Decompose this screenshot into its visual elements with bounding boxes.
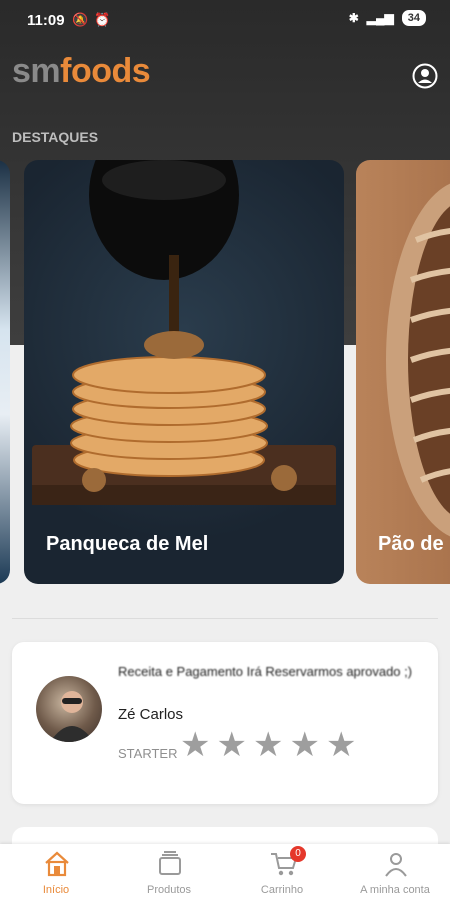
bottom-navigation: Início Produtos 0 Carrinho A minha conta xyxy=(0,844,450,900)
review-text: Receita e Pagamento Irá Reservarmos apro… xyxy=(118,664,413,679)
reviewer-name: Zé Carlos xyxy=(118,706,184,723)
status-time: 11:09 xyxy=(27,12,65,29)
person-icon xyxy=(50,691,94,742)
battery-icon: 34 xyxy=(401,10,426,26)
nav-label-home: Início xyxy=(42,884,70,896)
signal-icon: ▂▄▆ xyxy=(366,11,394,25)
nav-item-account[interactable]: A minha conta xyxy=(339,844,450,900)
star-icon: ★ xyxy=(216,726,247,764)
star-icon: ★ xyxy=(289,726,320,764)
star-icon: ★ xyxy=(325,726,357,764)
nav-label-account: A minha conta xyxy=(360,884,430,896)
section-title-featured: DESTAQUES xyxy=(12,129,99,145)
featured-card[interactable]: Panqueca de Mel xyxy=(24,160,344,584)
status-right-icons: ✱ ▂▄▆ 34 xyxy=(349,10,426,26)
cart-badge: 0 xyxy=(290,846,306,862)
nav-item-cart[interactable]: 0 Carrinho xyxy=(226,844,338,900)
featured-carousel[interactable]: Panqueca de Mel Pão de xyxy=(0,160,450,584)
pancake-image xyxy=(32,160,336,505)
featured-card-previous[interactable] xyxy=(0,160,10,584)
reviewer-level: STARTER xyxy=(118,746,178,761)
star-icon: ★ xyxy=(252,726,284,764)
status-bar: 11:09 🔕⏰ ✱ ▂▄▆ 34 xyxy=(0,0,450,40)
featured-card-next[interactable]: Pão de xyxy=(356,160,450,584)
account-circle-icon[interactable] xyxy=(412,63,438,89)
nav-item-products[interactable]: Produtos xyxy=(113,844,225,900)
products-icon xyxy=(159,851,181,875)
nav-label-products: Produtos xyxy=(146,884,192,896)
bread-image xyxy=(386,183,450,537)
logo-foods: foods xyxy=(60,52,151,90)
app-logo: smfoods xyxy=(12,52,151,91)
featured-card-title: Pão de xyxy=(378,533,444,555)
star-icon: ★ xyxy=(180,726,211,764)
avatar xyxy=(36,676,102,742)
user-icon xyxy=(385,853,407,877)
home-icon xyxy=(45,851,69,877)
nav-label-cart: Carrinho xyxy=(260,884,304,896)
featured-card-title: Panqueca de Mel xyxy=(46,533,209,555)
section-divider xyxy=(12,618,438,619)
logo-sm: sm xyxy=(12,52,61,90)
status-notification-icons: 🔕⏰ xyxy=(72,12,117,27)
nav-item-home[interactable]: Início xyxy=(0,844,112,900)
bluetooth-icon: ✱ xyxy=(348,11,359,25)
rating-stars: ★ ★ ★ ★ ★ xyxy=(180,728,356,762)
review-card[interactable]: Receita e Pagamento Irá Reservarmos apro… xyxy=(12,642,438,804)
